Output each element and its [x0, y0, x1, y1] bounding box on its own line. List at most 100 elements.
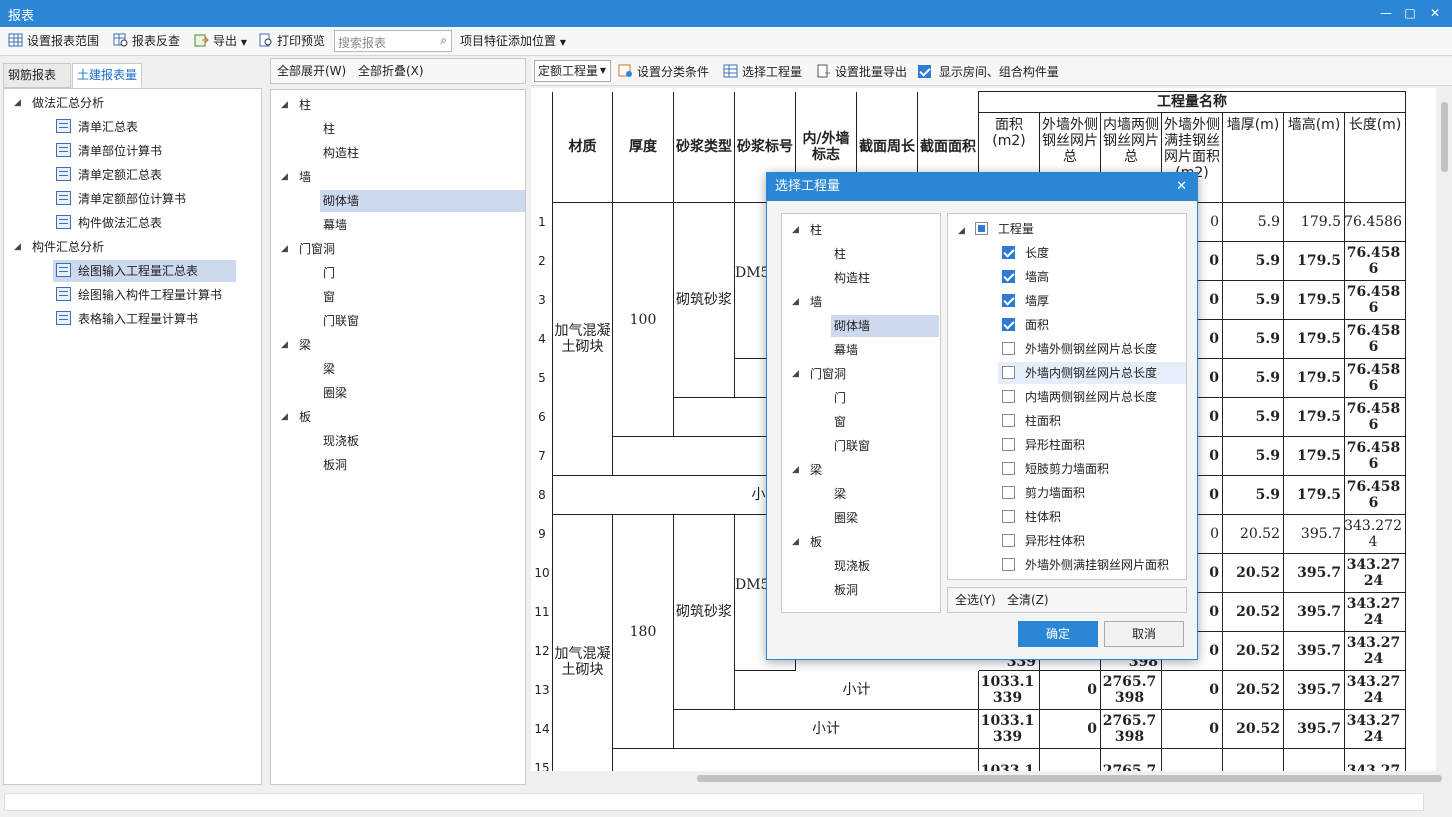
quantity-option[interactable]: 外墙外侧钢丝网片总长度	[1002, 338, 1157, 360]
clear-all-button[interactable]: 全清(Z)	[1007, 591, 1049, 610]
maximize-icon[interactable]: □	[1400, 4, 1420, 22]
tree-group[interactable]: ◢ 板	[281, 406, 311, 428]
quantity-option[interactable]: 柱体积	[1002, 506, 1061, 528]
collapse-arrow-icon[interactable]: ◢	[792, 291, 799, 313]
row-number[interactable]: 9	[531, 527, 553, 541]
data-cell[interactable]: 395.7	[1284, 593, 1345, 632]
horizontal-scrollbar[interactable]	[531, 771, 1442, 787]
ok-button[interactable]: 确定	[1018, 621, 1098, 647]
tree-item[interactable]: 清单定额部位计算书	[56, 188, 186, 210]
data-cell[interactable]: 76.458 6	[1345, 320, 1406, 359]
data-cell[interactable]: 343.27 24	[1345, 671, 1406, 710]
quantity-option[interactable]: 面积	[1002, 314, 1049, 336]
checkbox-icon[interactable]	[1002, 342, 1015, 355]
quantity-root[interactable]: ◢ 工程量	[958, 218, 1034, 240]
quantity-option[interactable]: 异形柱面积	[1002, 434, 1085, 456]
checkbox-icon[interactable]	[1002, 534, 1015, 547]
close-icon[interactable]: ✕	[1425, 4, 1445, 22]
data-cell[interactable]: 5.9	[1223, 203, 1284, 242]
quantity-option[interactable]: 墙高	[1002, 266, 1049, 288]
data-cell[interactable]: 20.52	[1223, 671, 1284, 710]
tree-group[interactable]: ◢ 墙	[792, 291, 822, 313]
dialog-close-icon[interactable]: ✕	[1176, 173, 1187, 201]
collapse-arrow-icon[interactable]: ◢	[281, 166, 288, 188]
tree-item[interactable]: 构造柱	[834, 267, 870, 289]
data-cell[interactable]: 0	[1162, 710, 1223, 749]
tree-item[interactable]: 门	[323, 262, 335, 284]
data-cell[interactable]: 20.52	[1223, 710, 1284, 749]
data-cell[interactable]: 1033.1 339	[979, 671, 1040, 710]
data-cell[interactable]: 20.52	[1223, 515, 1284, 554]
export-button[interactable]: 导出 ▼	[194, 32, 247, 51]
data-cell[interactable]: 5.9	[1223, 398, 1284, 437]
row-number[interactable]: 2	[531, 254, 553, 268]
tree-item[interactable]: 梁	[834, 483, 846, 505]
checkbox-partial-icon[interactable]	[974, 222, 988, 235]
checkbox-checked-icon[interactable]	[1002, 294, 1015, 307]
data-cell[interactable]: 395.7	[1284, 515, 1345, 554]
row-number[interactable]: 5	[531, 371, 553, 385]
column-header[interactable]: 材质	[553, 92, 613, 203]
quantity-option[interactable]: 墙厚	[1002, 290, 1049, 312]
quantity-option[interactable]: 剪力墙面积	[1002, 482, 1085, 504]
data-cell[interactable]: 0	[1040, 749, 1101, 771]
data-cell[interactable]: 20.52	[1223, 749, 1284, 771]
data-cell[interactable]: 179.5	[1284, 320, 1345, 359]
column-header[interactable]: 墙厚(m)	[1223, 113, 1284, 203]
tree-item[interactable]: 梁	[323, 358, 335, 380]
tree-group[interactable]: ◢ 柱	[281, 94, 311, 116]
cancel-button[interactable]: 取消	[1104, 621, 1184, 647]
tree-item[interactable]: 清单定额汇总表	[56, 164, 162, 186]
tree-group[interactable]: ◢ 构件汇总分析	[14, 236, 104, 258]
tree-group[interactable]: ◢ 板	[792, 531, 822, 553]
data-cell[interactable]: 395.7	[1284, 632, 1345, 671]
tree-group[interactable]: ◢ 门窗洞	[281, 238, 335, 260]
data-cell[interactable]: 343.272 4	[1344, 515, 1406, 554]
mortar-type-cell[interactable]: 砌筑砂浆	[674, 203, 735, 398]
data-cell[interactable]: 5.9	[1223, 476, 1284, 515]
row-number[interactable]: 3	[531, 293, 553, 307]
data-cell[interactable]: 395.7	[1284, 749, 1345, 771]
tree-item[interactable]: 门联窗	[323, 310, 359, 332]
checkbox-icon[interactable]	[1002, 558, 1015, 571]
material-cell[interactable]: 加气混凝土砌块	[553, 515, 613, 771]
vertical-scrollbar[interactable]	[1437, 88, 1452, 788]
data-cell[interactable]: 179.5	[1284, 359, 1345, 398]
column-header[interactable]: 厚度	[613, 92, 674, 203]
set-range-button[interactable]: 设置报表范围	[8, 32, 99, 51]
tree-item[interactable]: 现浇板	[834, 555, 870, 577]
data-cell[interactable]: 0	[1162, 749, 1223, 771]
data-cell[interactable]: 343.27 24	[1345, 632, 1406, 671]
row-number[interactable]: 14	[531, 722, 553, 736]
outer-horizontal-scrollbar[interactable]	[4, 793, 1424, 811]
checkbox-icon[interactable]	[1002, 438, 1015, 451]
data-cell[interactable]: 5.9	[1223, 281, 1284, 320]
material-cell[interactable]: 加气混凝土砌块	[553, 203, 613, 476]
data-cell[interactable]: 5.9	[1223, 320, 1284, 359]
checkbox-checked-icon[interactable]	[1002, 318, 1015, 331]
data-cell[interactable]: 76.458 6	[1345, 476, 1406, 515]
tree-group[interactable]: ◢ 墙	[281, 166, 311, 188]
quantity-option[interactable]: 短肢剪力墙面积	[1002, 458, 1109, 480]
tree-item[interactable]: 现浇板	[323, 430, 359, 452]
tree-item[interactable]: 板洞	[834, 579, 858, 601]
data-cell[interactable]: 76.458 6	[1345, 359, 1406, 398]
tab-rebar-report[interactable]: 钢筋报表量	[3, 63, 71, 105]
expand-all-button[interactable]: 全部展开(W)	[277, 62, 346, 81]
quantity-mode-select[interactable]: 定额工程量 ▼	[534, 60, 611, 82]
tree-item[interactable]: 圈梁	[323, 382, 347, 404]
data-cell[interactable]: 0	[1162, 671, 1223, 710]
data-cell[interactable]: 76.458 6	[1345, 242, 1406, 281]
collapse-arrow-icon[interactable]: ◢	[792, 363, 799, 385]
collapse-arrow-icon[interactable]: ◢	[281, 406, 288, 428]
data-cell[interactable]: 343.27 24	[1345, 749, 1406, 771]
data-cell[interactable]: 179.5	[1284, 476, 1345, 515]
search-input[interactable]: 搜索报表 ⌕	[334, 30, 452, 52]
column-header[interactable]: 长度(m)	[1345, 113, 1406, 203]
data-cell[interactable]: 20.52	[1223, 632, 1284, 671]
collapse-arrow-icon[interactable]: ◢	[792, 459, 799, 481]
data-cell[interactable]: 179.5	[1284, 281, 1345, 320]
collapse-arrow-icon[interactable]: ◢	[14, 236, 21, 258]
quantity-option[interactable]: 内墙两侧钢丝网片总长度	[1002, 386, 1157, 408]
checkbox-checked-icon[interactable]	[1002, 270, 1015, 283]
